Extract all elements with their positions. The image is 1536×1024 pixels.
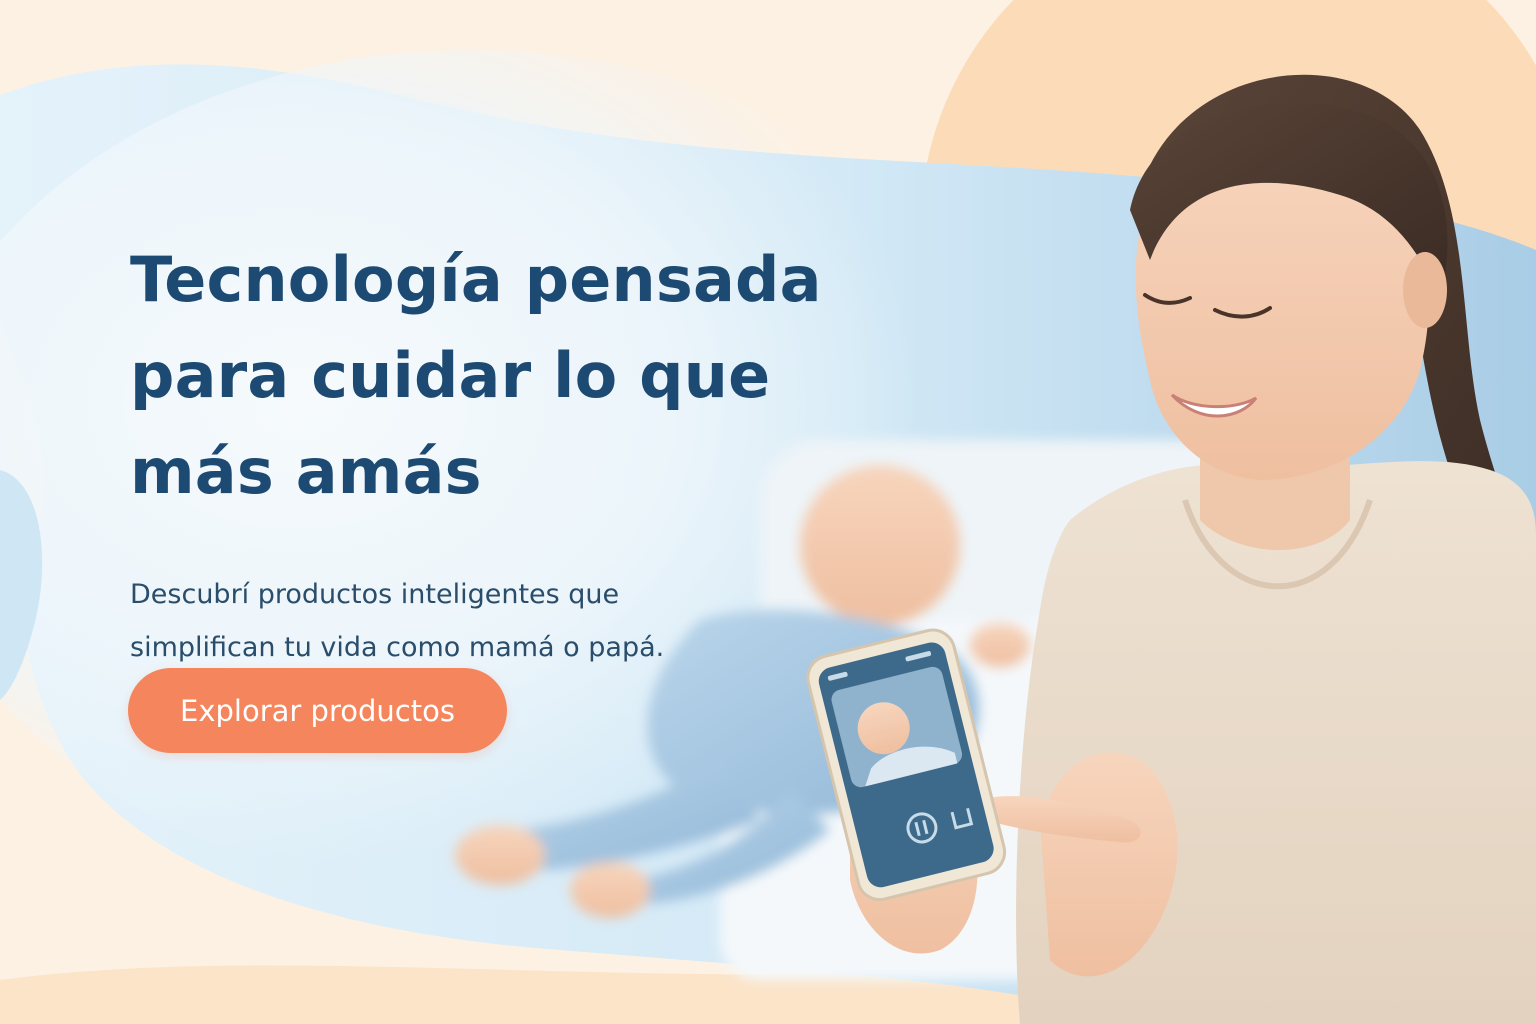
subtitle-line-1: Descubrí productos inteligentes que <box>130 579 620 610</box>
explore-products-button[interactable]: Explorar productos <box>128 668 507 753</box>
hero-headline: Tecnología pensada para cuidar lo que má… <box>130 232 930 520</box>
hero-copy: Tecnología pensada para cuidar lo que má… <box>130 232 930 674</box>
subtitle-line-2: simplifican tu vida como mamá o papá. <box>130 632 665 663</box>
hero-subtitle: Descubrí productos inteligentes que simp… <box>130 568 930 674</box>
hero-banner: Tecnología pensada para cuidar lo que má… <box>0 0 1536 1024</box>
headline-line-1: Tecnología pensada <box>130 243 822 316</box>
headline-line-2: para cuidar lo que <box>130 339 771 412</box>
headline-line-3: más amás <box>130 435 482 508</box>
